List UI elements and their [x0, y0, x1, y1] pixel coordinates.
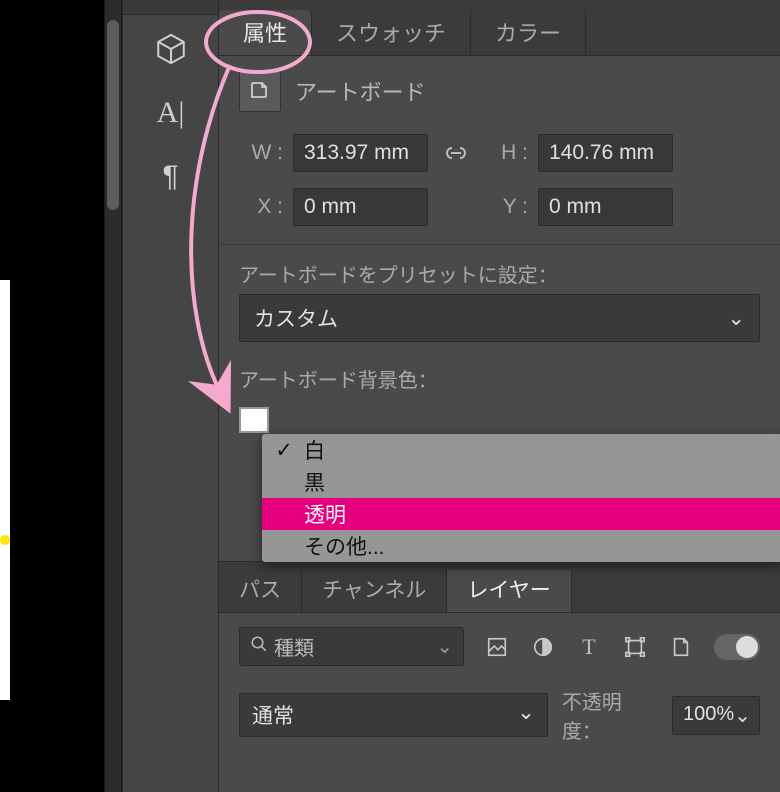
chevron-down-icon: ⌄ — [517, 700, 535, 730]
x-input[interactable] — [293, 188, 428, 226]
divider — [219, 244, 780, 245]
layer-filter-dropdown[interactable]: 種類 ⌄ — [239, 627, 464, 666]
search-icon — [250, 635, 268, 659]
bgcolor-option-transparent[interactable]: 透明 — [262, 498, 780, 530]
tab-paths[interactable]: パス — [219, 570, 302, 612]
opacity-label: 不透明度： — [562, 686, 658, 744]
y-input[interactable] — [538, 188, 673, 226]
height-input[interactable] — [538, 134, 673, 172]
layers-filter-row: 種類 ⌄ T — [219, 613, 780, 680]
height-label: H : — [484, 141, 528, 165]
filter-toggle[interactable] — [714, 634, 760, 660]
link-wh-icon[interactable] — [438, 135, 474, 171]
bgcolor-popup: ✓ 白 黒 透明 その他... — [262, 434, 780, 562]
option-label: 黒 — [304, 467, 325, 497]
opacity-input[interactable]: 100% ⌄ — [672, 696, 760, 735]
bgcolor-option-white[interactable]: ✓ 白 — [262, 434, 780, 466]
bgcolor-swatch[interactable] — [239, 407, 269, 433]
artboard-header-row: アートボード — [219, 56, 780, 126]
canvas-dot — [0, 535, 10, 545]
tab-attributes[interactable]: 属性 — [219, 10, 312, 55]
chevron-down-icon: ⌄ — [734, 703, 751, 728]
filter-value: 種類 — [274, 632, 314, 661]
width-label: W : — [239, 141, 283, 165]
bgcolor-option-other[interactable]: その他... — [262, 530, 780, 562]
paragraph-tool-label: ¶ — [162, 160, 178, 194]
tab-swatches[interactable]: スウォッチ — [312, 10, 471, 55]
preset-dropdown[interactable]: カスタム ⌄ — [239, 294, 760, 342]
toolbar-strip: A| ¶ — [122, 0, 219, 792]
width-input[interactable] — [293, 134, 428, 172]
type-tool-icon[interactable]: A| — [141, 83, 201, 143]
layer-filter-icons: T — [484, 634, 760, 660]
properties-panel: 属性 スウォッチ カラー アートボード W : H : X : Y : アートボ… — [219, 0, 780, 792]
type-tool-label: A| — [157, 96, 185, 130]
option-label: 透明 — [304, 499, 346, 529]
x-label: X : — [239, 195, 283, 219]
artboard-icon — [239, 70, 281, 112]
filter-type-icon[interactable]: T — [576, 634, 602, 660]
preset-label: アートボードをプリセットに設定： — [219, 255, 780, 294]
scrollbar-thumb[interactable] — [107, 20, 119, 210]
dimensions-xy-row: X : Y : — [219, 180, 780, 234]
bgcolor-label: アートボード背景色： — [219, 360, 780, 399]
tab-channels[interactable]: チャンネル — [302, 570, 447, 612]
y-label: Y : — [484, 195, 528, 219]
blend-mode-dropdown[interactable]: 通常 ⌄ — [239, 693, 548, 737]
toolbar-header — [123, 0, 218, 15]
check-icon: ✓ — [274, 438, 294, 463]
option-label: 白 — [304, 435, 325, 465]
preset-value: カスタム — [254, 303, 338, 333]
blend-mode-value: 通常 — [252, 700, 294, 730]
option-label: その他... — [304, 531, 385, 561]
paragraph-tool-icon[interactable]: ¶ — [141, 147, 201, 207]
scrollbar-track[interactable] — [104, 0, 122, 792]
panel-tabs-bottom: パス チャンネル レイヤー — [219, 561, 780, 613]
filter-adjustment-icon[interactable] — [530, 634, 556, 660]
panel-tabs-top: 属性 スウォッチ カラー — [219, 0, 780, 56]
chevron-down-icon: ⌄ — [727, 306, 745, 331]
tab-layers[interactable]: レイヤー — [447, 570, 571, 612]
filter-image-icon[interactable] — [484, 634, 510, 660]
artboard-label: アートボード — [295, 75, 426, 107]
bgcolor-option-black[interactable]: 黒 — [262, 466, 780, 498]
cube-3d-icon[interactable] — [141, 19, 201, 79]
filter-shape-icon[interactable] — [622, 634, 648, 660]
chevron-down-icon: ⌄ — [436, 634, 453, 659]
canvas-edge — [0, 280, 10, 700]
dimensions-wh-row: W : H : — [219, 126, 780, 180]
tab-color[interactable]: カラー — [471, 10, 586, 55]
opacity-value: 100% — [683, 703, 734, 728]
blend-opacity-row: 通常 ⌄ 不透明度： 100% ⌄ — [219, 680, 780, 756]
filter-smartobject-icon[interactable] — [668, 634, 694, 660]
